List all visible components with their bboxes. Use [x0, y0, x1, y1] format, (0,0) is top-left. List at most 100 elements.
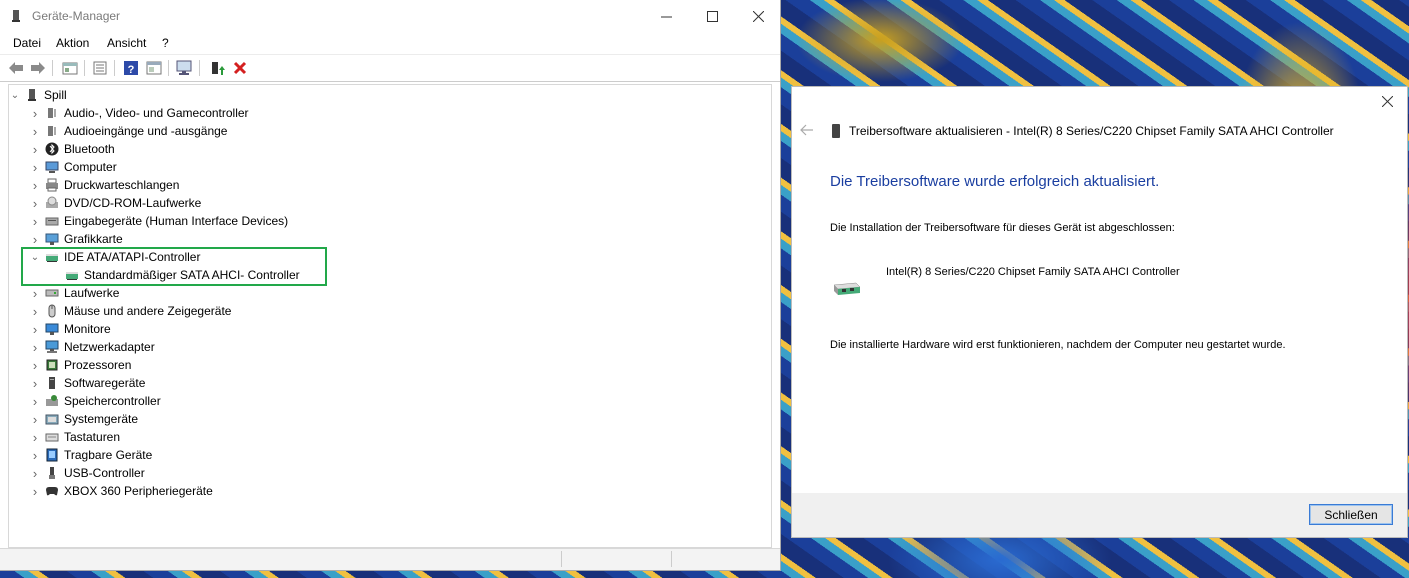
chevron-right-icon[interactable]: › — [29, 338, 41, 356]
chevron-right-icon[interactable]: › — [29, 194, 41, 212]
storage-icon — [46, 395, 58, 406]
tree-category[interactable]: › Computer — [29, 158, 117, 176]
tree-category[interactable]: › DVD/CD-ROM-Laufwerke — [29, 194, 202, 212]
speaker-icon — [48, 126, 56, 136]
chevron-right-icon[interactable]: › — [29, 446, 41, 464]
maximize-icon — [706, 10, 718, 22]
forward-button[interactable] — [29, 59, 47, 77]
tree-category[interactable]: › Systemgeräte — [29, 410, 138, 428]
tree-category[interactable]: › Eingabegeräte (Human Interface Devices) — [29, 212, 288, 230]
chevron-right-icon[interactable]: › — [29, 158, 41, 176]
tree-category-label: Monitore — [64, 322, 111, 336]
chevron-right-icon[interactable]: › — [29, 410, 41, 428]
tree-category[interactable]: › Monitore — [29, 320, 111, 338]
uninstall-icon — [233, 61, 247, 75]
chevron-right-icon[interactable]: › — [29, 284, 41, 302]
dialog-back-button[interactable] — [800, 123, 814, 139]
tree-root[interactable]: ⌄ Spill — [9, 86, 67, 104]
menu-datei[interactable]: Datei — [13, 36, 41, 50]
tree-category[interactable]: › Laufwerke — [29, 284, 120, 302]
chevron-right-icon[interactable]: › — [29, 140, 41, 158]
menu-aktion[interactable]: Aktion — [56, 36, 89, 50]
usb-icon — [49, 467, 55, 479]
minimize-button[interactable] — [643, 0, 689, 32]
close-window-button[interactable] — [735, 0, 781, 32]
update-driver-button[interactable] — [208, 59, 226, 77]
tree-category-label: Bluetooth — [64, 142, 115, 156]
drive-icon — [45, 289, 59, 297]
tree-category[interactable]: › Prozessoren — [29, 356, 132, 374]
keyboard-icon — [45, 433, 59, 442]
tree-category[interactable]: › Druckwarteschlangen — [29, 176, 180, 194]
chevron-right-icon[interactable]: › — [29, 176, 41, 194]
bluetooth-icon — [45, 142, 59, 156]
chevron-right-icon[interactable]: › — [29, 212, 41, 230]
tree-category[interactable]: › Tastaturen — [29, 428, 120, 446]
chevron-right-icon[interactable]: › — [29, 482, 41, 500]
tree-category-label: Softwaregeräte — [64, 376, 146, 390]
uninstall-button[interactable] — [231, 59, 249, 77]
properties-button[interactable] — [91, 59, 109, 77]
computer-root-icon — [28, 89, 36, 101]
tree-category-label: Computer — [64, 160, 117, 174]
tree-category-label: Audio-, Video- und Gamecontroller — [64, 106, 249, 120]
tree-category[interactable]: › USB-Controller — [29, 464, 145, 482]
chevron-down-icon[interactable]: ⌄ — [9, 86, 21, 104]
chevron-right-icon[interactable]: › — [29, 104, 41, 122]
tree-category-label: DVD/CD-ROM-Laufwerke — [64, 196, 202, 210]
menu-ansicht[interactable]: Ansicht — [107, 36, 146, 50]
chevron-right-icon[interactable]: › — [29, 356, 41, 374]
chevron-right-icon[interactable]: › — [29, 320, 41, 338]
system-icon — [45, 414, 59, 425]
tree-category[interactable]: › Speichercontroller — [29, 392, 161, 410]
minimize-icon — [660, 16, 672, 17]
chevron-right-icon[interactable]: › — [29, 374, 41, 392]
scan-hardware-button[interactable] — [176, 59, 194, 77]
chevron-right-icon[interactable]: › — [29, 392, 41, 410]
help-button[interactable]: ? — [122, 59, 140, 77]
back-button[interactable] — [7, 59, 25, 77]
tree-category[interactable]: › Tragbare Geräte — [29, 446, 152, 464]
tree-category-label: Grafikkarte — [64, 232, 123, 246]
tree-category[interactable]: › Audioeingänge und -ausgänge — [29, 122, 228, 140]
back-arrow-icon — [9, 62, 23, 74]
processor-icon — [46, 359, 58, 371]
console-button[interactable] — [145, 59, 163, 77]
schliessen-button[interactable]: Schließen — [1309, 504, 1393, 525]
tree-category-label: Laufwerke — [64, 286, 120, 300]
menu-help[interactable]: ? — [162, 36, 169, 50]
chevron-right-icon[interactable]: › — [29, 122, 41, 140]
tree-category[interactable]: › Grafikkarte — [29, 230, 123, 248]
maximize-button[interactable] — [689, 0, 735, 32]
properties-icon — [93, 61, 107, 75]
chevron-right-icon[interactable]: › — [29, 230, 41, 248]
view-button[interactable] — [61, 59, 79, 77]
close-icon — [1381, 95, 1393, 107]
svg-text:?: ? — [128, 64, 135, 76]
tree-category[interactable]: › Netzwerkadapter — [29, 338, 155, 356]
tree-category-label: Speichercontroller — [64, 394, 161, 408]
tree-category-label: Eingabegeräte (Human Interface Devices) — [64, 214, 289, 228]
tree-category[interactable]: › Softwaregeräte — [29, 374, 146, 392]
dialog-header: Treibersoftware aktualisieren - Intel(R)… — [849, 124, 1334, 138]
tree-category[interactable]: › XBOX 360 Peripheriegeräte — [29, 482, 213, 500]
tree-category[interactable]: › Audio-, Video- und Gamecontroller — [29, 104, 249, 122]
device-tree: ⌄ Spill › Audio-, Video- und Gamecontroll… — [8, 84, 772, 548]
chevron-right-icon[interactable]: › — [29, 464, 41, 482]
chevron-right-icon[interactable]: › — [29, 302, 41, 320]
tree-category[interactable]: › Mäuse und andere Zeigegeräte — [29, 302, 232, 320]
tree-category-label: Prozessoren — [64, 358, 132, 372]
dialog-hardware-name: Intel(R) 8 Series/C220 Chipset Family SA… — [886, 266, 1180, 278]
help-icon: ? — [124, 61, 138, 76]
tree-category[interactable]: › Bluetooth — [29, 140, 115, 158]
tree-category-label: XBOX 360 Peripheriegeräte — [64, 484, 213, 498]
title-bar[interactable]: Geräte-Manager — [0, 0, 780, 32]
dialog-close-button[interactable] — [1377, 91, 1397, 111]
window-title: Geräte-Manager — [32, 9, 121, 23]
dialog-restart-text: Die installierte Hardware wird erst funk… — [830, 339, 1286, 351]
highlight-box — [21, 247, 327, 286]
tree-root-label: Spill — [44, 88, 67, 102]
monitor-scan-icon — [176, 60, 192, 75]
controller-card-icon — [833, 282, 861, 295]
chevron-right-icon[interactable]: › — [29, 428, 41, 446]
